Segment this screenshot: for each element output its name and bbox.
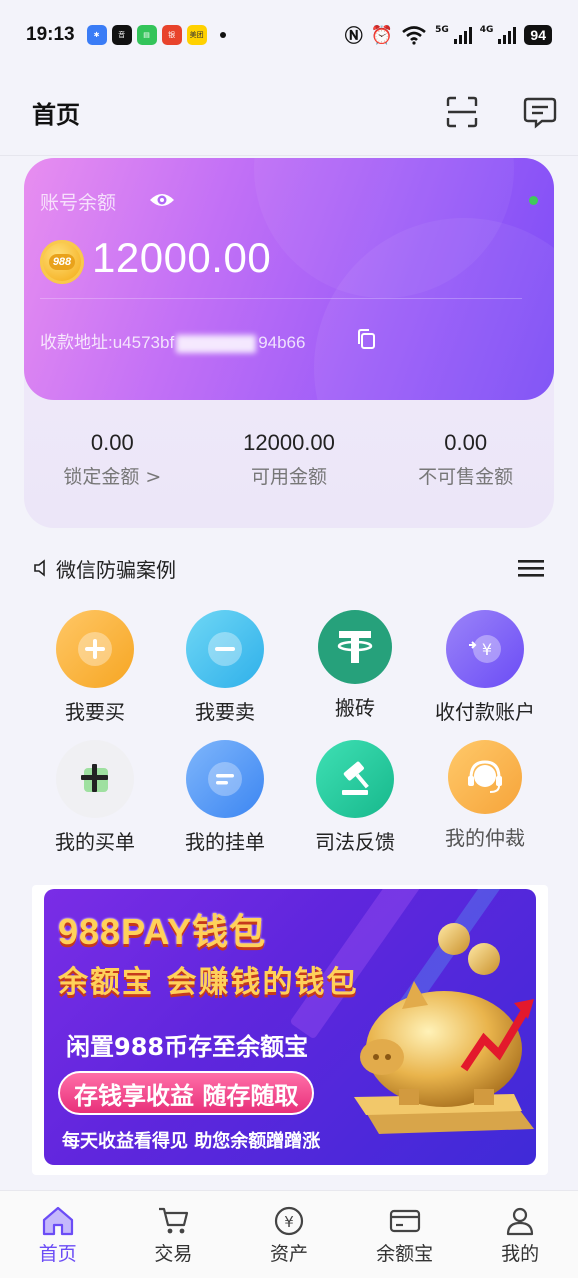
grid-label: 我的挂单 <box>185 830 265 854</box>
alarm-icon: ⏰ <box>370 24 394 46</box>
nfc-icon: Ⓝ <box>344 26 363 47</box>
grid-item-move-bricks[interactable]: 搬砖 <box>290 610 420 721</box>
sell-minus-icon <box>186 610 264 688</box>
speaker-icon <box>34 559 45 577</box>
menu-icon[interactable] <box>518 558 544 578</box>
gavel-icon <box>316 740 394 818</box>
grid-label: 我的买单 <box>55 830 135 854</box>
grid-label: 我的仲裁 <box>445 826 525 850</box>
receive-address: 收款地址:u4573bf 94b66 <box>40 328 305 353</box>
user-icon <box>507 1207 534 1236</box>
status-time: 19:13 <box>26 24 75 45</box>
tab-home[interactable]: 首页 <box>0 1191 116 1278</box>
banner-line: 闲置988币存至余额宝 <box>66 1033 309 1061</box>
banner-subtitle: 余额宝 会赚钱的钱包 <box>58 965 359 1000</box>
address-prefix: 收款地址:u4573bf <box>40 333 175 352</box>
banner-title: 988PAY钱包 <box>58 911 267 952</box>
address-suffix: 94b66 <box>258 333 306 352</box>
notice-bar[interactable]: 微信防骗案例 <box>32 552 546 584</box>
stat-value: 12000.00 <box>243 430 335 455</box>
balance-amount: 12000.00 <box>92 234 272 281</box>
yen-circle-icon: ¥ <box>274 1206 304 1236</box>
stat-value: 0.00 <box>444 430 488 455</box>
grid-item-my-listings[interactable]: 我的挂单 <box>160 740 290 855</box>
page-title: 首页 <box>32 102 80 129</box>
tab-yuebao[interactable]: 余额宝 <box>347 1191 463 1278</box>
tab-label: 交易 <box>154 1243 193 1265</box>
grid-item-judicial-feedback[interactable]: 司法反馈 <box>290 740 420 855</box>
tab-trade[interactable]: 交易 <box>116 1191 232 1278</box>
coin-label: 988 <box>48 254 76 270</box>
scan-icon[interactable] <box>444 94 480 130</box>
wifi-icon <box>402 26 426 45</box>
buy-order-icon <box>56 740 134 818</box>
banner-footer: 每天收益看得见 助您余额蹭蹭涨 <box>62 1131 321 1152</box>
grid-item-sell[interactable]: 我要卖 <box>160 610 290 725</box>
bottom-tab-bar: 首页 交易 ¥ 资产 余额宝 我的 <box>0 1190 578 1278</box>
piggy-bank-icon <box>354 923 534 1134</box>
svg-text:¥: ¥ <box>482 640 492 659</box>
unsellable-amount-stat: 0.00 不可售金额 <box>377 430 554 489</box>
status-app-icons: ✱ 音 ▤ 银 美团 <box>86 25 226 45</box>
app-header: 首页 <box>0 70 578 156</box>
available-amount-stat: 12000.00 可用金额 <box>201 430 378 489</box>
grid-label: 我要卖 <box>195 700 255 724</box>
notification-dot-icon <box>219 32 226 38</box>
tab-label: 我的 <box>501 1243 540 1265</box>
balance-card: 账号余额 988 12000.00 收款地址:u4573bf 94b66 <box>24 158 554 400</box>
message-icon[interactable] <box>522 94 558 130</box>
buy-plus-icon <box>56 610 134 688</box>
tab-label: 余额宝 <box>376 1243 434 1265</box>
signal-bars-icon <box>453 26 472 44</box>
card-divider <box>40 298 522 299</box>
home-icon <box>42 1206 73 1236</box>
grid-label: 我要买 <box>65 700 125 724</box>
grid-label: 司法反馈 <box>315 830 395 854</box>
tab-label: 资产 <box>269 1243 308 1265</box>
balance-label: 账号余额 <box>40 192 117 214</box>
stat-label: 不可售金额 <box>418 466 514 488</box>
meituan-app-icon: 美团 <box>186 25 207 45</box>
svg-text:¥: ¥ <box>284 1213 294 1231</box>
signal-bars-icon-2 <box>498 26 517 44</box>
promo-banner[interactable]: 988PAY钱包 余额宝 会赚钱的钱包 闲置988币存至余额宝 存钱享收益 随存… <box>44 889 536 1165</box>
grid-label: 收付款账户 <box>435 700 535 724</box>
promo-banner-container: 988PAY钱包 余额宝 会赚钱的钱包 闲置988币存至余额宝 存钱享收益 随存… <box>32 885 548 1175</box>
photos-app-icon: ✱ <box>86 25 107 45</box>
tab-assets[interactable]: ¥ 资产 <box>231 1191 347 1278</box>
cart-icon <box>159 1207 189 1234</box>
network-4g-label: 4G <box>479 25 494 35</box>
balance-card-container: 账号余额 988 12000.00 收款地址:u4573bf 94b66 0.00… <box>24 158 554 528</box>
address-redaction <box>176 334 257 353</box>
headset-support-icon <box>448 740 522 814</box>
copy-icon[interactable] <box>356 328 376 350</box>
banner-pill: 存钱享收益 随存随取 <box>58 1071 315 1115</box>
card-icon <box>389 1209 420 1233</box>
notice-text: 微信防骗案例 <box>56 557 176 582</box>
tab-label: 首页 <box>38 1243 77 1265</box>
online-status-dot <box>529 196 538 205</box>
network-5g-label: 5G <box>435 25 449 35</box>
eye-icon[interactable] <box>148 190 176 210</box>
listing-icon <box>186 740 264 818</box>
stat-label: 可用金额 <box>251 466 328 488</box>
grid-item-buy[interactable]: 我要买 <box>30 610 160 725</box>
battery-indicator: 94 <box>524 25 552 45</box>
grid-item-my-buy-orders[interactable]: 我的买单 <box>30 740 160 855</box>
grid-item-payment-accounts[interactable]: ¥ 收付款账户 <box>420 610 550 725</box>
grid-item-my-arbitration[interactable]: 我的仲裁 <box>420 740 550 851</box>
coin-icon: 988 <box>40 240 84 284</box>
stat-label: 锁定金额 > <box>63 466 162 488</box>
locked-amount-stat[interactable]: 0.00 锁定金额 > <box>24 430 201 489</box>
tab-profile[interactable]: 我的 <box>462 1191 578 1278</box>
tether-icon <box>318 610 392 684</box>
stat-value: 0.00 <box>90 430 134 455</box>
bank-app-icon: 银 <box>161 25 182 45</box>
message-app-icon: ▤ <box>136 25 157 45</box>
app-icon-2: 音 <box>111 25 132 45</box>
payment-account-icon: ¥ <box>446 610 524 688</box>
balance-stats: 0.00 锁定金额 > 12000.00 可用金额 0.00 不可售金额 <box>24 430 554 489</box>
grid-label: 搬砖 <box>335 696 375 720</box>
status-bar: 19:13 ✱ 音 ▤ 银 美团 Ⓝ ⏰ 5G 4G 94 <box>0 0 578 70</box>
